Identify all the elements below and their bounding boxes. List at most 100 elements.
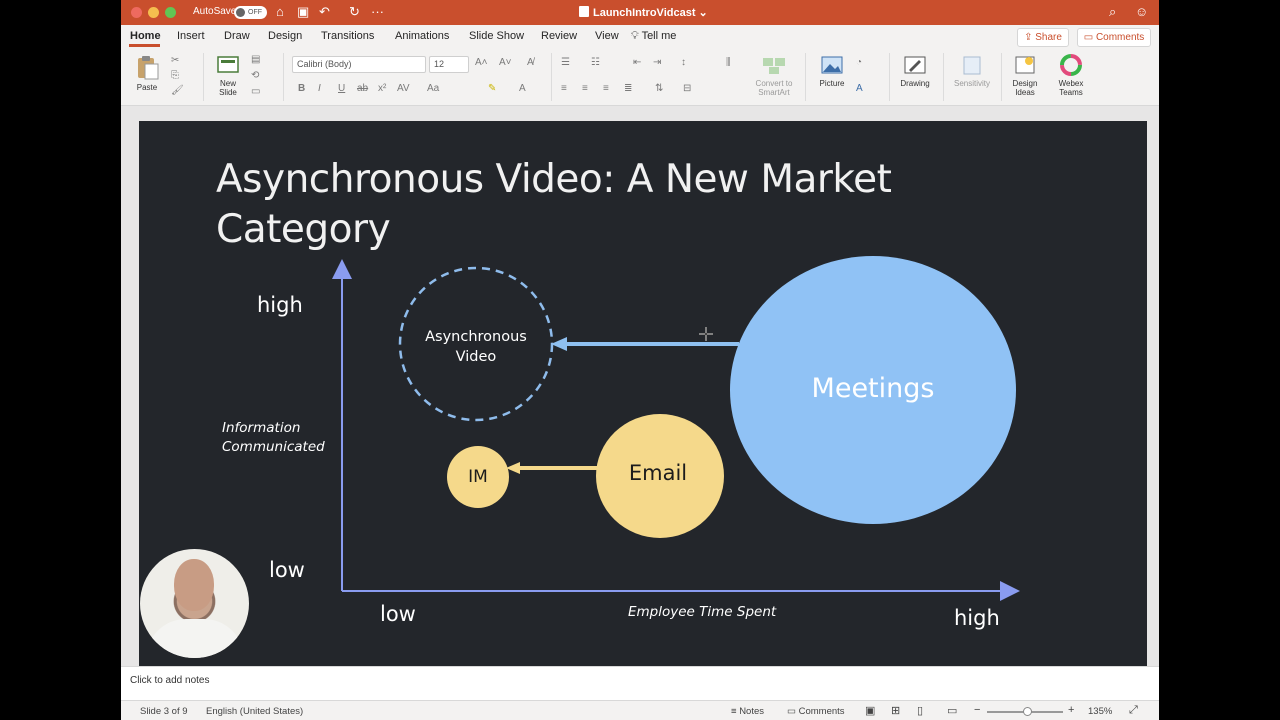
paste-button[interactable]: Paste [132,54,162,92]
meetings-to-async-arrowhead [551,337,567,351]
slide-counter: Slide 3 of 9 [140,706,188,717]
language-indicator[interactable]: English (United States) [206,706,303,717]
y-axis-title-line-2: Communicated [222,439,325,455]
change-case-icon[interactable]: Aa [427,83,439,95]
im-label: IM [468,467,488,487]
zoom-level[interactable]: 135% [1088,706,1112,717]
superscript-icon[interactable]: x² [378,83,386,95]
underline-icon[interactable]: U [338,83,345,95]
redo-icon[interactable]: ↻ [349,4,360,20]
search-icon[interactable]: ⌕ [1109,4,1116,20]
separator [805,53,806,101]
new-slide-button[interactable]: New Slide [213,54,243,97]
tab-design[interactable]: Design [268,30,302,42]
autosave-toggle[interactable]: OFF [234,6,267,19]
font-color-icon[interactable]: A [519,83,526,95]
new-slide-label-2: Slide [219,88,237,97]
tab-slide-show[interactable]: Slide Show [469,30,524,42]
drawing-icon [904,56,926,74]
zoom-slider-handle[interactable] [1023,707,1032,716]
more-icon[interactable]: ··· [371,4,384,20]
new-slide-icon [217,56,239,73]
tab-transitions[interactable]: Transitions [321,30,374,42]
convert-label-2: SmartArt [758,88,790,97]
async-video-label-line-1: Asynchronous [425,329,527,345]
character-spacing-icon[interactable]: AV [397,83,410,95]
align-center-icon[interactable]: ≡ [582,83,588,95]
textbox-icon[interactable]: A [856,83,863,95]
tab-view[interactable]: View [595,30,619,42]
share-button[interactable]: ⇪ Share [1017,28,1069,47]
tell-me-search[interactable]: 💡︎ Tell me [631,30,676,43]
separator [283,53,284,101]
normal-view-icon[interactable]: ▣ [865,704,875,717]
shapes-icon[interactable]: ◔ [856,57,862,69]
bold-icon[interactable]: B [298,83,305,95]
section-icon[interactable]: ▭ [251,86,260,98]
tab-draw[interactable]: Draw [224,30,250,42]
decrease-font-icon[interactable]: A˅ [499,57,512,69]
zoom-out-icon[interactable]: − [974,704,980,716]
convert-smartart-button[interactable]: Convert to SmartArt [751,54,797,97]
save-icon[interactable]: ▣ [297,4,309,20]
italic-icon[interactable]: I [318,83,321,95]
strikethrough-icon[interactable]: ab [357,83,368,95]
justify-icon[interactable]: ≣ [624,83,632,95]
highlight-icon[interactable]: ✎ [488,83,496,95]
comments-toggle[interactable]: ▭ Comments [787,706,845,717]
maximize-window-button[interactable] [165,7,176,18]
minimize-window-button[interactable] [148,7,159,18]
undo-icon[interactable]: ↶ [319,4,330,20]
columns-icon[interactable]: ⫼ [726,57,731,69]
document-title-text: LaunchIntroVidcast [593,7,696,19]
line-spacing-icon[interactable]: ↕ [681,57,686,69]
increase-indent-icon[interactable]: ⇥ [653,57,661,69]
decrease-indent-icon[interactable]: ⇤ [633,57,641,69]
clear-format-icon[interactable]: A̸ [527,57,534,69]
tab-animations[interactable]: Animations [395,30,449,42]
copy-icon[interactable]: ⎘ [171,70,179,82]
title-bar: AutoSave OFF ⌂ ▣ ↶ ↻ ··· LaunchIntroVidc… [121,0,1159,25]
y-low-label: low [269,558,305,582]
separator [889,53,890,101]
notes-placeholder: Click to add notes [130,675,210,686]
home-icon[interactable]: ⌂ [276,4,284,20]
font-size-select[interactable]: 12 [429,56,469,73]
convert-label-1: Convert to [755,79,793,88]
drawing-button[interactable]: Drawing [897,54,933,88]
font-name-select[interactable]: Calibri (Body) [292,56,426,73]
sensitivity-button[interactable]: Sensitivity [949,54,995,88]
close-window-button[interactable] [131,7,142,18]
tab-home[interactable]: Home [130,30,161,42]
slideshow-view-icon[interactable]: ▭ [947,704,957,717]
reset-icon[interactable]: ⟲ [251,70,259,82]
format-painter-icon[interactable]: 🖌︎ [171,85,184,97]
text-direction-icon[interactable]: ⇅ [655,83,663,95]
sensitivity-icon [963,56,981,75]
y-axis-title: Information Communicated [222,419,325,457]
notes-toggle[interactable]: ≡ Notes [731,706,764,717]
powerpoint-window: AutoSave OFF ⌂ ▣ ↶ ↻ ··· LaunchIntroVidc… [121,0,1159,720]
tab-review[interactable]: Review [541,30,577,42]
bullets-icon[interactable]: ☰ [561,57,570,69]
design-ideas-button[interactable]: Design Ideas [1007,54,1043,97]
tab-insert[interactable]: Insert [177,30,205,42]
webex-teams-button[interactable]: Webex Teams [1053,54,1089,97]
design-ideas-icon [1015,56,1035,74]
slide-canvas: Asynchronous Video: A New Market Categor… [121,106,1159,666]
slide-sorter-icon[interactable]: ⊞ [891,704,900,717]
async-video-label: Asynchronous Video [406,327,546,367]
layout-icon[interactable]: ▤ [251,54,260,66]
smiley-icon[interactable]: ☺ [1135,4,1148,20]
picture-button[interactable]: Picture [815,54,849,88]
numbering-icon[interactable]: ☷ [591,57,600,69]
comments-button[interactable]: ▭ Comments [1077,28,1151,47]
align-left-icon[interactable]: ≡ [561,83,567,95]
increase-font-icon[interactable]: A˄ [475,57,488,69]
slide[interactable]: Asynchronous Video: A New Market Categor… [139,121,1147,666]
reading-view-icon[interactable]: ▯ [917,704,923,717]
align-text-icon[interactable]: ⊟ [683,83,691,95]
cut-icon[interactable]: ✂ [171,55,179,67]
align-right-icon[interactable]: ≡ [603,83,609,95]
x-high-label: high [954,606,1000,630]
